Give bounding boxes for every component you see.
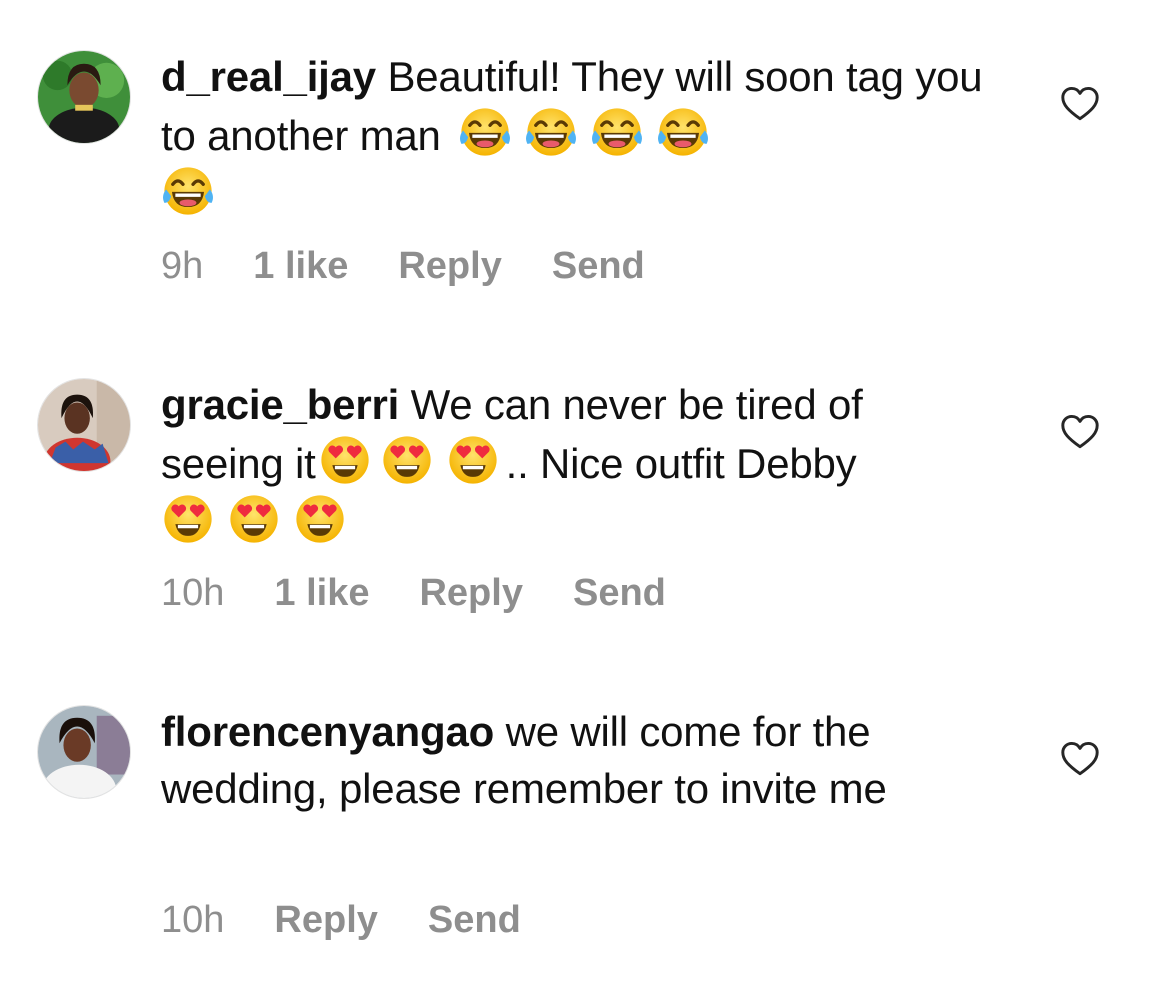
laughing-emoji-icon bbox=[524, 105, 578, 159]
comment-body-continued: .. Nice outfit Debby bbox=[505, 440, 857, 487]
send-button[interactable]: Send bbox=[428, 897, 521, 943]
comment-username[interactable]: florencenyangao bbox=[161, 708, 494, 755]
avatar[interactable] bbox=[37, 50, 131, 144]
reply-button[interactable]: Reply bbox=[398, 243, 501, 289]
avatar[interactable] bbox=[37, 705, 131, 799]
heart-eyes-emoji-icon bbox=[318, 433, 372, 487]
comment-time: 10h bbox=[161, 899, 225, 941]
avatar-image bbox=[38, 379, 130, 471]
laughing-emoji-icon bbox=[161, 164, 215, 218]
comment-meta: 10h 1 like Reply Send bbox=[161, 570, 716, 616]
comment-time: 10h bbox=[161, 572, 225, 614]
likes-count[interactable]: 1 like bbox=[274, 570, 369, 616]
send-button[interactable]: Send bbox=[573, 570, 666, 616]
reply-button[interactable]: Reply bbox=[419, 570, 522, 616]
avatar-image bbox=[38, 51, 130, 143]
laughing-emoji-icon bbox=[656, 105, 710, 159]
comment-text: d_real_ijay Beautiful! They will soon ta… bbox=[161, 48, 991, 223]
like-heart-icon[interactable] bbox=[1060, 414, 1100, 450]
heart-eyes-emoji-icon bbox=[161, 492, 215, 546]
send-button[interactable]: Send bbox=[552, 243, 645, 289]
avatar-image bbox=[38, 706, 130, 798]
like-heart-icon[interactable] bbox=[1060, 741, 1100, 777]
heart-eyes-emoji-icon bbox=[227, 492, 281, 546]
laughing-emoji-icon bbox=[458, 105, 512, 159]
avatar[interactable] bbox=[37, 378, 131, 472]
comment-time: 9h bbox=[161, 245, 204, 287]
heart-eyes-emoji-icon bbox=[293, 492, 347, 546]
heart-eyes-emoji-icon bbox=[446, 433, 500, 487]
likes-count[interactable]: 1 like bbox=[253, 243, 348, 289]
comment-text: florencenyangao we will come for the wed… bbox=[161, 703, 991, 817]
comment-text: gracie_berri We can never be tired of se… bbox=[161, 376, 991, 551]
comment-meta: 10h Reply Send bbox=[161, 897, 571, 943]
comment-username[interactable]: d_real_ijay bbox=[161, 53, 376, 100]
comment-username[interactable]: gracie_berri bbox=[161, 381, 399, 428]
comment-meta: 9h 1 like Reply Send bbox=[161, 243, 695, 289]
reply-button[interactable]: Reply bbox=[274, 897, 377, 943]
heart-eyes-emoji-icon bbox=[380, 433, 434, 487]
like-heart-icon[interactable] bbox=[1060, 86, 1100, 122]
laughing-emoji-icon bbox=[590, 105, 644, 159]
